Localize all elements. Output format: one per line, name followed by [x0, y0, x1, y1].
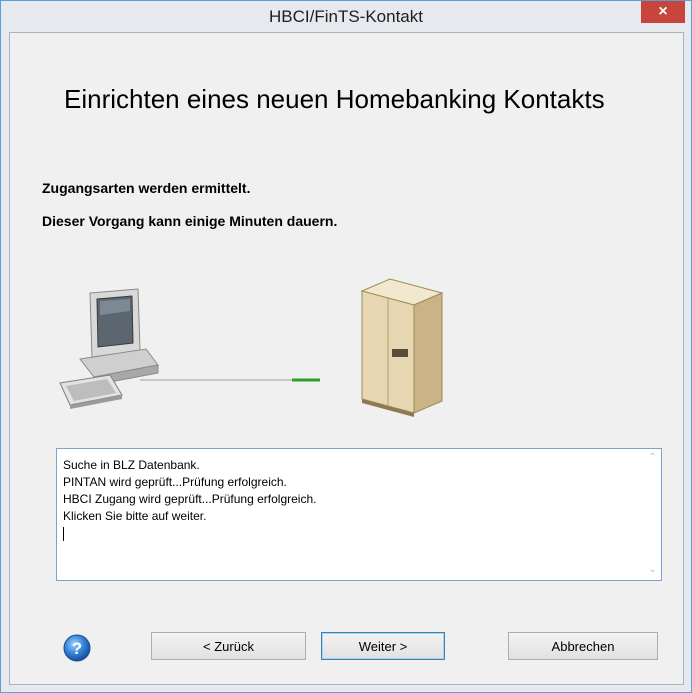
- log-scrollbar[interactable]: ⌃ ⌄: [644, 449, 661, 578]
- computer-icon: [59, 288, 159, 409]
- scroll-down-icon[interactable]: ⌄: [644, 561, 661, 578]
- close-icon: ×: [658, 3, 668, 20]
- text-caret: [63, 527, 64, 541]
- status-hint: Dieser Vorgang kann einige Minuten dauer…: [42, 213, 338, 229]
- window-title: HBCI/FinTS-Kontakt: [269, 7, 423, 26]
- close-button[interactable]: ×: [641, 1, 685, 23]
- dialog-content: Einrichten eines neuen Homebanking Konta…: [9, 32, 684, 685]
- help-glyph: ?: [72, 639, 82, 658]
- log-line: Klicken Sie bitte auf weiter.: [63, 509, 207, 523]
- help-icon[interactable]: ?: [62, 633, 92, 663]
- status-text: Zugangsarten werden ermittelt.: [42, 180, 251, 196]
- log-lines: Suche in BLZ Datenbank. PINTAN wird gepr…: [63, 457, 316, 541]
- page-title: Einrichten eines neuen Homebanking Konta…: [64, 84, 605, 114]
- server-icon: [360, 278, 444, 417]
- cancel-button[interactable]: Abbrechen: [508, 632, 658, 660]
- next-button[interactable]: Weiter >: [321, 632, 445, 660]
- scroll-up-icon[interactable]: ⌃: [644, 449, 661, 466]
- dialog-window: HBCI/FinTS-Kontakt × Einrichten eines ne…: [0, 0, 692, 693]
- log-line: PINTAN wird geprüft...Prüfung erfolgreic…: [63, 475, 287, 489]
- log-line: Suche in BLZ Datenbank.: [63, 458, 200, 472]
- log-line: HBCI Zugang wird geprüft...Prüfung erfol…: [63, 492, 317, 506]
- title-bar[interactable]: HBCI/FinTS-Kontakt ×: [1, 1, 691, 32]
- back-button[interactable]: < Zurück: [151, 632, 306, 660]
- log-output[interactable]: Suche in BLZ Datenbank. PINTAN wird gepr…: [56, 448, 662, 581]
- connection-illustration: [59, 278, 444, 417]
